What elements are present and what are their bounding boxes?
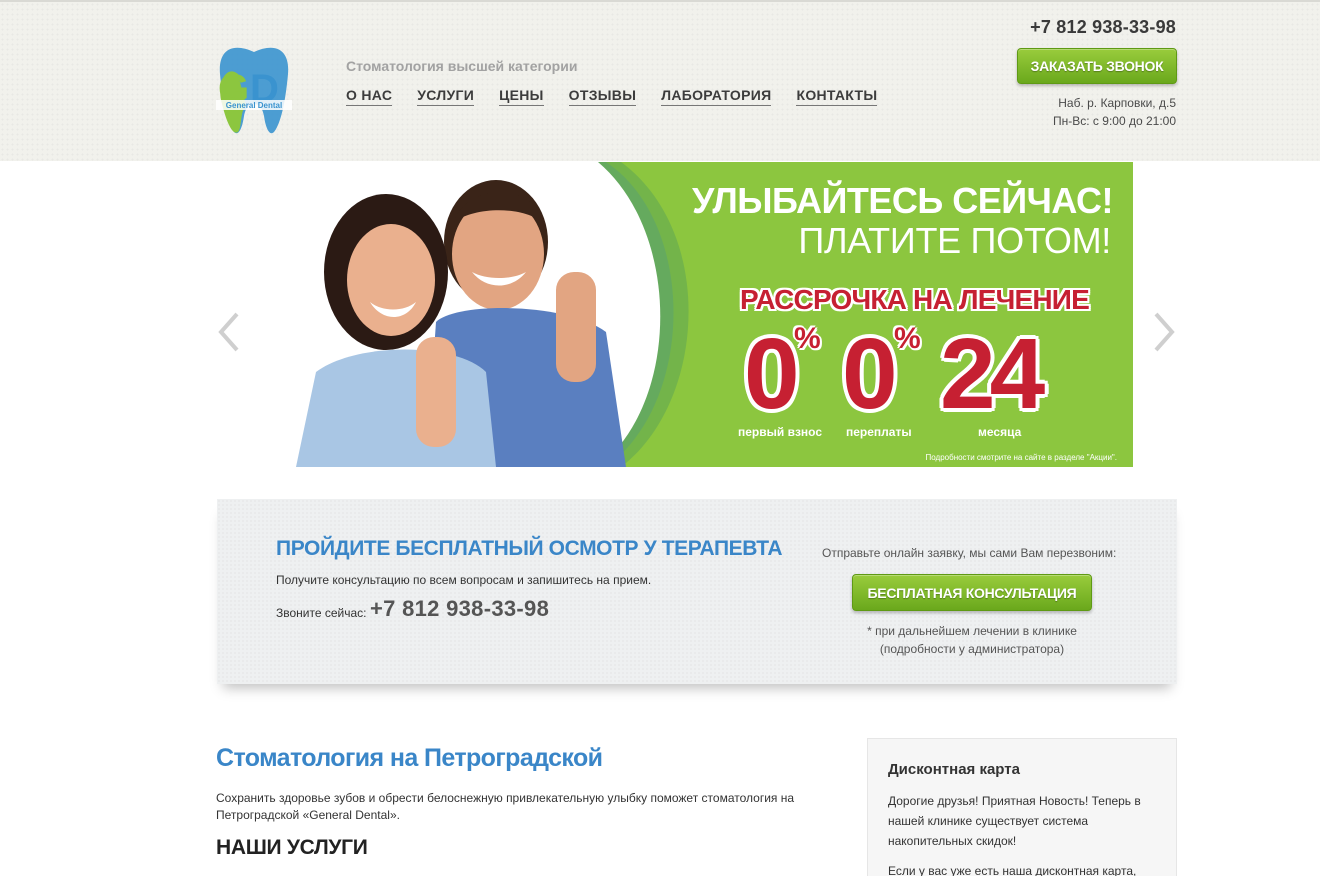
- slide-headline-2: ПЛАТИТЕ ПОТОМ!: [798, 220, 1111, 261]
- promo-slider[interactable]: УЛЫБАЙТЕСЬ СЕЙЧАС! ПЛАТИТЕ ПОТОМ! РАССРО…: [276, 162, 1133, 467]
- slide-headline-1: УЛЫБАЙТЕСЬ СЕЙЧАС!: [691, 180, 1114, 221]
- slide-number-1: 0: [744, 318, 800, 430]
- nav-item-services[interactable]: УСЛУГИ: [417, 87, 475, 106]
- intro-text: Сохранить здоровье зубов и обрести белос…: [216, 791, 795, 822]
- promo-phone[interactable]: +7 812 938-33-98: [370, 596, 549, 622]
- services-heading: НАШИ УСЛУГИ: [216, 836, 368, 859]
- nav-item-contacts[interactable]: КОНТАКТЫ: [796, 87, 878, 106]
- discount-card-text: Дорогие друзья! Приятная Новость! Теперь…: [888, 794, 1141, 848]
- promo-footnote-line-2: (подробности у администратора): [879, 642, 1065, 656]
- slider-prev-arrow-icon[interactable]: [217, 312, 241, 352]
- slide-number-3: 24: [940, 318, 1045, 430]
- nav-item-reviews[interactable]: ОТЗЫВЫ: [568, 87, 637, 106]
- discount-card-text-2: Если у вас уже есть наша дисконтная карт…: [888, 864, 1137, 876]
- free-exam-promo: ПРОЙДИТЕ БЕСПЛАТНЫЙ ОСМОТР У ТЕРАПЕВТА П…: [217, 499, 1177, 684]
- slide-footnote: Подробности смотрите на сайте в разделе …: [925, 453, 1117, 462]
- main-nav: О НАС УСЛУГИ ЦЕНЫ ОТЗЫВЫ ЛАБОРАТОРИЯ КОН…: [346, 87, 902, 106]
- general-dental-logo[interactable]: G D General Dental: [216, 44, 292, 136]
- slide-caption-2: переплаты: [846, 425, 912, 439]
- header-address-block: Наб. р. Карповки, д.5 Пн-Вс: с 9:00 до 2…: [1053, 94, 1176, 130]
- promo-footnote: * при дальнейшем лечении в клинике (подр…: [837, 622, 1107, 658]
- discount-card-widget: Дисконтная карта Дорогие друзья! Приятна…: [867, 738, 1177, 876]
- slide-caption-1: первый взнос: [738, 425, 823, 439]
- promo-footnote-line-1: * при дальнейшем лечении в клинике: [867, 624, 1077, 638]
- promo-title: ПРОЙДИТЕ БЕСПЛАТНЫЙ ОСМОТР У ТЕРАПЕВТА: [276, 537, 783, 560]
- order-call-button[interactable]: ЗАКАЗАТЬ ЗВОНОК: [1017, 48, 1177, 84]
- slide-installment-title: РАССРОЧКА НА ЛЕЧЕНИЕ: [740, 284, 1090, 315]
- nav-item-laboratory[interactable]: ЛАБОРАТОРИЯ: [661, 87, 772, 106]
- promo-request-label: Отправьте онлайн заявку, мы сами Вам пер…: [822, 546, 1117, 560]
- address-text: Наб. р. Карповки, д.5: [1058, 96, 1176, 110]
- header-phone[interactable]: +7 812 938-33-98: [1030, 17, 1176, 38]
- promo-phone-label: Звоните сейчас:: [276, 606, 367, 620]
- slide-percent-1: %: [794, 322, 821, 355]
- nav-item-prices[interactable]: ЦЕНЫ: [499, 87, 544, 106]
- discount-card-title: Дисконтная карта: [888, 761, 1020, 778]
- site-header: G D General Dental Стоматология высшей к…: [0, 0, 1320, 161]
- smiling-couple-photo: [296, 180, 626, 467]
- slide-caption-3: месяца: [978, 425, 1022, 439]
- hours-text: Пн-Вс: с 9:00 до 21:00: [1053, 114, 1176, 128]
- page-title: Стоматология на Петроградской: [216, 744, 603, 772]
- slide-percent-2: %: [894, 322, 921, 355]
- slider-next-arrow-icon[interactable]: [1152, 312, 1176, 352]
- logo-text: General Dental: [226, 101, 282, 110]
- nav-item-about[interactable]: О НАС: [346, 87, 393, 106]
- slide-number-2: 0: [842, 318, 898, 430]
- promo-description: Получите консультацию по всем вопросам и…: [276, 573, 652, 587]
- free-consultation-button[interactable]: БЕСПЛАТНАЯ КОНСУЛЬТАЦИЯ: [852, 574, 1092, 611]
- tagline: Стоматология высшей категории: [346, 58, 578, 74]
